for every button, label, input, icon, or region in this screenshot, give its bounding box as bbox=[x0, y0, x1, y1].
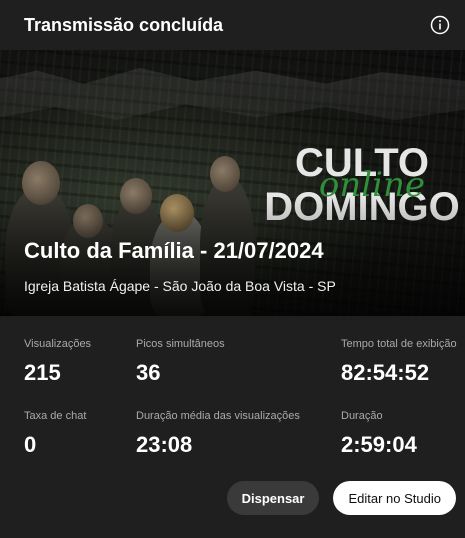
edit-in-studio-button[interactable]: Editar no Studio bbox=[333, 481, 456, 515]
stat-total-watch-time: Tempo total de exibição 82:54:52 bbox=[341, 338, 457, 385]
stat-avg-view-duration: Duração média das visualizações 23:08 bbox=[136, 410, 300, 457]
video-title: Culto da Família - 21/07/2024 bbox=[24, 238, 324, 263]
video-thumbnail: CULTO DOMINGO online Culto da Família - … bbox=[0, 50, 465, 316]
stat-chat-rate: Taxa de chat 0 bbox=[24, 410, 87, 457]
stat-views: Visualizações 215 bbox=[24, 338, 92, 385]
dialog-header: Transmissão concluída bbox=[0, 0, 465, 50]
dismiss-button[interactable]: Dispensar bbox=[226, 481, 320, 515]
stat-peak-concurrent: Picos simultâneos 36 bbox=[136, 338, 225, 385]
info-icon bbox=[430, 15, 450, 35]
channel-name: Igreja Batista Ágape - São João da Boa V… bbox=[24, 278, 336, 294]
dialog-title: Transmissão concluída bbox=[24, 14, 224, 35]
stat-duration: Duração 2:59:04 bbox=[341, 410, 417, 457]
stream-finished-dialog: Transmissão concluída CULTO DOMIN bbox=[0, 0, 465, 538]
dialog-actions: Dispensar Editar no Studio bbox=[226, 481, 456, 515]
info-button[interactable] bbox=[425, 10, 455, 40]
